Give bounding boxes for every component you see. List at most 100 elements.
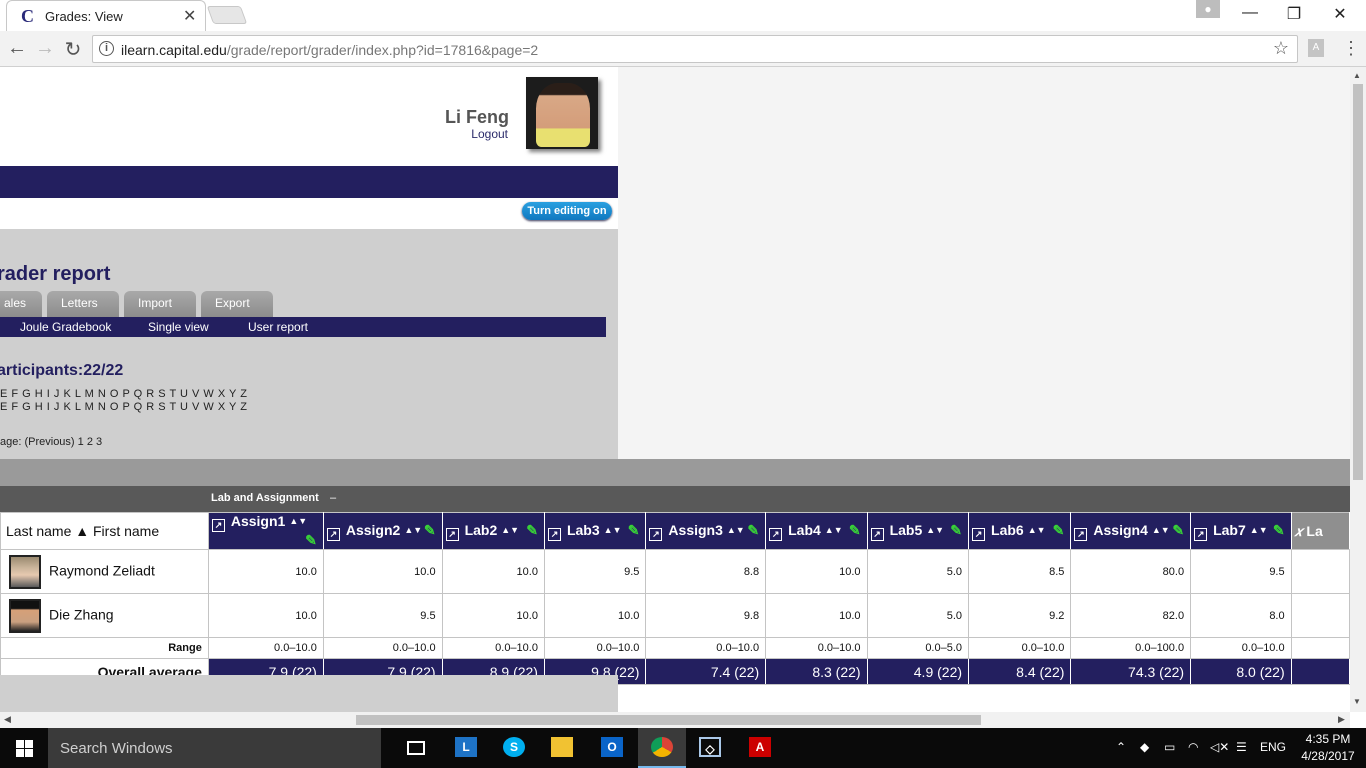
horizontal-scroll-thumb[interactable] [356, 715, 981, 725]
pdf-extension-icon[interactable]: A [1308, 39, 1324, 57]
grade-cell[interactable]: 5.0 [866, 549, 970, 594]
scroll-left-icon[interactable]: ◀ [4, 714, 11, 725]
grade-cell[interactable]: 80.0 [1070, 549, 1192, 594]
taskbar-search-box[interactable]: Search Windows [48, 728, 381, 768]
vertical-scroll-thumb[interactable] [1353, 84, 1363, 480]
student-cell[interactable]: Raymond Zeliadt [0, 549, 209, 594]
edit-item-icon[interactable]: ↗ [972, 527, 986, 541]
grade-cell-empty[interactable] [1290, 593, 1350, 638]
column-header[interactable]: ↗ Assign3 ▲▼ ✎ [645, 512, 767, 550]
vertical-scrollbar[interactable]: ▲ ▼ [1350, 67, 1366, 712]
sort-icon[interactable]: ▲▼ [501, 525, 519, 535]
skype-app-icon[interactable]: S [490, 728, 538, 768]
new-tab-button[interactable] [206, 6, 248, 24]
grade-cell[interactable]: 9.5 [322, 593, 443, 638]
subnav-user-report[interactable]: User report [248, 320, 308, 334]
tab-import[interactable]: Import [124, 291, 196, 317]
quick-edit-pencil-icon[interactable]: ✎ [526, 522, 538, 539]
edit-item-icon[interactable]: ↗ [769, 527, 783, 541]
first-initial-filter[interactable]: E F G H I J K L M N O P Q R S T U V W X … [0, 388, 247, 400]
category-collapse-toggle[interactable]: – [330, 492, 336, 504]
quick-edit-pencil-icon[interactable]: ✎ [1172, 522, 1184, 539]
clock-date[interactable]: 4/28/2017 [1300, 749, 1356, 763]
student-name[interactable]: Die Zhang [49, 606, 114, 622]
scroll-up-icon[interactable]: ▲ [1353, 71, 1361, 80]
edit-item-icon[interactable]: ↗ [1074, 527, 1088, 541]
input-language[interactable]: ENG [1260, 740, 1286, 754]
edit-item-icon[interactable]: ↗ [326, 527, 340, 541]
lync-app-icon[interactable]: L [442, 728, 490, 768]
sort-icon[interactable]: ▲▼ [727, 525, 745, 535]
clock-time[interactable]: 4:35 PM [1300, 732, 1356, 746]
grade-cell[interactable]: 10.0 [441, 593, 545, 638]
sort-icon[interactable]: ▲▼ [289, 516, 307, 526]
user-name[interactable]: Li Feng [0, 107, 509, 128]
scroll-down-icon[interactable]: ▼ [1353, 697, 1361, 706]
column-header[interactable]: ↗ Lab4 ▲▼ ✎ [765, 512, 868, 550]
sort-icon[interactable]: ▲▼ [926, 525, 944, 535]
subnav-single-view[interactable]: Single view [148, 320, 209, 334]
edit-item-icon[interactable]: ↗ [547, 527, 561, 541]
task-view-icon[interactable] [392, 728, 440, 768]
minimize-icon[interactable]: — [1240, 4, 1260, 22]
restore-icon[interactable]: ❐ [1284, 4, 1304, 24]
grade-cell[interactable]: 10.0 [441, 549, 545, 594]
column-header[interactable]: ↗ Assign1 ▲▼ ✎ [207, 512, 324, 550]
subnav-joule-gradebook[interactable]: Joule Gradebook [20, 320, 111, 334]
address-bar[interactable]: i ilearn.capital.edu/grade/report/grader… [92, 35, 1298, 63]
quick-edit-pencil-icon[interactable]: ✎ [424, 522, 436, 539]
sort-icon[interactable]: ▲▼ [1250, 525, 1268, 535]
horizontal-scrollbar[interactable]: ◀ ▶ [0, 712, 1350, 728]
edit-item-icon[interactable]: ↗ [649, 527, 663, 541]
grade-cell[interactable]: 9.8 [645, 593, 767, 638]
quick-edit-pencil-icon[interactable]: ✎ [1053, 522, 1065, 539]
virtualbox-app-icon[interactable]: ◇ [686, 728, 734, 768]
action-center-icon[interactable]: ☰ [1236, 740, 1247, 754]
edit-item-icon[interactable]: ↗ [445, 527, 459, 541]
column-header[interactable]: ↗ Assign2 ▲▼ ✎ [322, 512, 443, 550]
close-window-icon[interactable]: ✕ [1330, 4, 1350, 24]
student-avatar[interactable] [9, 598, 41, 633]
dropbox-sync-icon[interactable]: ◆ [1140, 740, 1149, 754]
grade-cell[interactable]: 10.0 [322, 549, 443, 594]
column-header[interactable]: ↗ Lab2 ▲▼ ✎ [441, 512, 545, 550]
back-arrow-icon[interactable]: ← [6, 37, 28, 60]
edit-item-icon[interactable]: ↗ [1194, 527, 1208, 541]
grade-cell-empty[interactable] [1290, 549, 1350, 594]
column-header[interactable]: ↗ Lab7 ▲▼ ✎ [1190, 512, 1292, 550]
browser-tab[interactable]: C Grades: View ✕ [6, 0, 206, 31]
sort-icon[interactable]: ▲▼ [825, 525, 843, 535]
bookmark-star-icon[interactable]: ☆ [1273, 38, 1289, 59]
close-tab-icon[interactable]: ✕ [183, 6, 196, 26]
grade-cell[interactable]: 82.0 [1070, 593, 1192, 638]
show-hidden-icons-icon[interactable]: ⌃ [1116, 740, 1126, 754]
outlook-app-icon[interactable]: O [588, 728, 636, 768]
quick-edit-pencil-icon[interactable]: ✎ [747, 522, 759, 539]
name-sort-header[interactable]: Last name ▲ First name [0, 512, 209, 550]
scroll-right-icon[interactable]: ▶ [1338, 714, 1345, 725]
info-icon[interactable]: i [99, 41, 114, 56]
grade-cell[interactable]: 10.0 [543, 593, 647, 638]
column-header[interactable]: ↗ Lab6 ▲▼ ✎ [968, 512, 1072, 550]
acrobat-app-icon[interactable]: A [736, 728, 784, 768]
student-avatar[interactable] [9, 554, 41, 589]
last-initial-filter[interactable]: E F G H I J K L M N O P Q R S T U V W X … [0, 401, 247, 413]
grade-cell[interactable]: 8.0 [1190, 593, 1292, 638]
grade-cell[interactable]: 9.5 [1190, 549, 1292, 594]
grade-cell[interactable]: 10.0 [765, 549, 868, 594]
reload-icon[interactable]: ↻ [62, 37, 84, 62]
user-avatar[interactable] [526, 77, 598, 149]
column-header[interactable]: ↗ Assign4 ▲▼ ✎ [1070, 512, 1192, 550]
student-name[interactable]: Raymond Zeliadt [49, 562, 155, 578]
grade-cell[interactable]: 8.5 [968, 549, 1072, 594]
turn-editing-on-button[interactable]: Turn editing on [522, 202, 612, 220]
tab-scales[interactable]: ales [0, 291, 42, 317]
quick-edit-pencil-icon[interactable]: ✎ [628, 522, 640, 539]
battery-icon[interactable]: ▭ [1164, 740, 1175, 754]
column-header-calculated[interactable]: 𝑥 La [1290, 512, 1350, 550]
grade-cell[interactable]: 5.0 [866, 593, 970, 638]
file-explorer-icon[interactable] [538, 728, 586, 768]
windows-start-icon[interactable] [16, 740, 33, 757]
sort-icon[interactable]: ▲▼ [1152, 525, 1170, 535]
quick-edit-pencil-icon[interactable]: ✎ [1273, 522, 1285, 539]
